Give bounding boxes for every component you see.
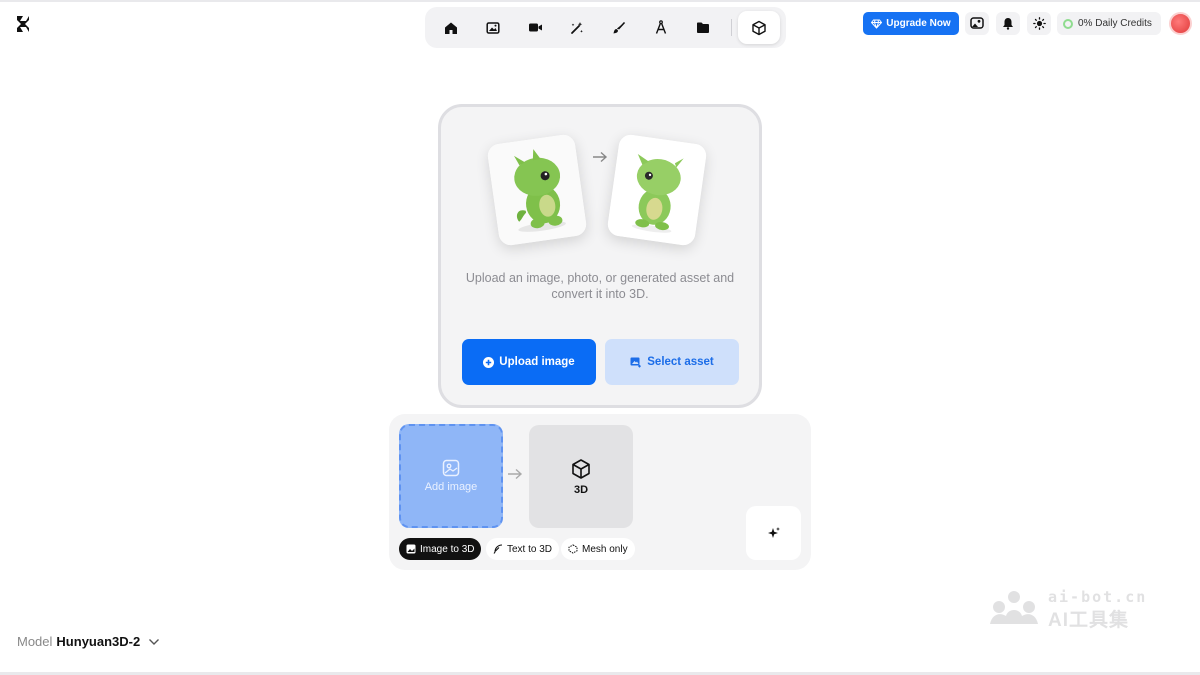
top-divider: [0, 0, 1200, 2]
generate-button[interactable]: [746, 506, 801, 560]
brush-icon[interactable]: [602, 11, 636, 44]
magic-wand-icon[interactable]: [560, 11, 594, 44]
mode-label: Image to 3D: [420, 543, 475, 555]
sun-icon: [1032, 17, 1046, 30]
upload-description: Upload an image, photo, or generated ass…: [465, 271, 735, 301]
model-selector[interactable]: Model Hunyuan3D-2: [17, 634, 160, 649]
credits-label: 0% Daily Credits: [1078, 18, 1152, 29]
workflow-panel: Add image 3D Image to 3D Text to 3D Mesh…: [389, 414, 811, 570]
mode-label: Mesh only: [582, 543, 628, 555]
upgrade-label: Upgrade Now: [886, 18, 951, 29]
cube-icon[interactable]: [738, 11, 780, 44]
arrow-right-icon: [593, 151, 608, 163]
model-label: Model: [17, 634, 53, 649]
mesh-icon: [568, 544, 578, 554]
mode-mesh-only[interactable]: Mesh only: [561, 538, 635, 560]
add-image-icon: [442, 459, 460, 477]
vector-pen-icon[interactable]: [644, 11, 678, 44]
upgrade-button[interactable]: Upgrade Now: [863, 12, 959, 35]
upload-image-button[interactable]: Upload image: [462, 339, 596, 385]
main-toolbar: [425, 7, 786, 48]
output-3d-slot: 3D: [529, 425, 633, 528]
add-image-label: Add image: [424, 481, 478, 493]
watermark-domain: ai-bot.cn: [1048, 588, 1148, 606]
model-name: Hunyuan3D-2: [56, 634, 141, 649]
mode-text-to-3d[interactable]: Text to 3D: [486, 538, 560, 560]
toolbar-separator: [731, 19, 732, 36]
credits-progress-icon: [1063, 18, 1073, 29]
diamond-icon: [871, 19, 883, 29]
watermark-text: AI工具集: [1048, 610, 1130, 631]
image-icon[interactable]: [476, 11, 510, 44]
select-asset-button[interactable]: Select asset: [605, 339, 739, 385]
arrow-right-icon: [508, 468, 523, 480]
select-asset-label: Select asset: [647, 356, 714, 368]
folder-icon[interactable]: [686, 11, 720, 44]
mode-label: Text to 3D: [507, 543, 553, 555]
sparkle-icon: [767, 527, 780, 538]
gallery-icon: [970, 17, 984, 29]
mode-image-to-3d[interactable]: Image to 3D: [399, 538, 482, 560]
user-avatar[interactable]: [1169, 12, 1192, 35]
theme-toggle-button[interactable]: [1027, 12, 1051, 35]
home-icon[interactable]: [434, 11, 468, 44]
output-3d-label: 3D: [573, 483, 589, 496]
watermark-logo-icon: [990, 591, 1038, 624]
video-icon[interactable]: [518, 11, 552, 44]
watermark: ai-bot.cn AI工具集: [988, 588, 1158, 632]
image-icon: [406, 544, 416, 554]
gallery-toggle-button[interactable]: [965, 12, 989, 35]
upload-card: Upload an image, photo, or generated ass…: [438, 104, 762, 408]
upload-image-label: Upload image: [499, 356, 575, 368]
daily-credits-indicator[interactable]: 0% Daily Credits: [1057, 12, 1161, 35]
chevron-down-icon: [149, 638, 160, 645]
add-image-dropzone[interactable]: Add image: [399, 424, 503, 528]
app-logo[interactable]: [16, 15, 30, 33]
cube-icon: [572, 458, 590, 479]
notifications-button[interactable]: [996, 12, 1020, 35]
plus-circle-icon: [483, 356, 495, 368]
bell-icon: [1003, 18, 1013, 30]
dragon-3d-model-image: [606, 133, 708, 247]
plush-dragon-image: [486, 133, 588, 247]
feather-icon: [493, 544, 503, 554]
asset-library-icon: [630, 357, 642, 367]
